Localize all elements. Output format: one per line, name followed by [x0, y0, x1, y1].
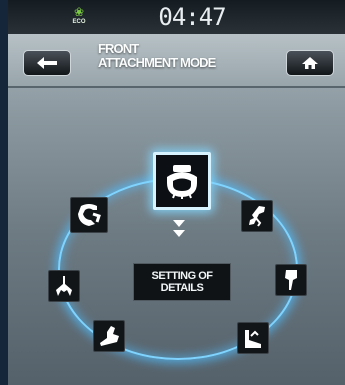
- home-icon: [302, 57, 318, 69]
- attachment-mulcher[interactable]: [93, 320, 125, 352]
- back-button[interactable]: [23, 50, 71, 76]
- attachment-sweeper[interactable]: [237, 322, 269, 354]
- details-label-line-1: SETTING OF: [151, 270, 214, 282]
- grapple-icon: [249, 206, 265, 227]
- bucket-icon: [167, 165, 197, 199]
- attachment-grapple[interactable]: [241, 200, 273, 232]
- rake-icon: [56, 276, 72, 296]
- mulcher-icon: [100, 326, 119, 346]
- crusher-icon: [285, 270, 297, 290]
- clamp-icon: [78, 204, 101, 226]
- attachment-bucket-selected[interactable]: [153, 152, 211, 210]
- sweeper-icon: [245, 330, 261, 348]
- page-title: FRONT ATTACHMENT MODE: [98, 42, 268, 70]
- setting-of-details-button[interactable]: SETTING OF DETAILS: [133, 263, 231, 301]
- title-line-2: ATTACHMENT MODE: [98, 55, 216, 70]
- attachment-crusher[interactable]: [275, 264, 307, 296]
- chevron-down-icon: [173, 220, 185, 237]
- status-bar: ❀ ECO 04:47: [8, 0, 345, 34]
- eco-label: ECO: [72, 19, 86, 25]
- attachment-rake[interactable]: [48, 270, 80, 302]
- eco-indicator: ❀ ECO: [70, 6, 88, 28]
- clock: 04:47: [158, 3, 226, 31]
- eco-leaf-icon: ❀: [73, 5, 85, 19]
- attachment-mode-screen: ❀ ECO 04:47 FRONT ATTACHMENT MODE SETTIN…: [8, 0, 345, 385]
- attachment-clamp[interactable]: [70, 197, 108, 233]
- arrow-left-icon: [37, 57, 57, 69]
- details-label-line-2: DETAILS: [160, 282, 204, 294]
- title-line-1: FRONT: [98, 41, 139, 56]
- header: FRONT ATTACHMENT MODE: [8, 34, 345, 88]
- home-button[interactable]: [286, 50, 334, 76]
